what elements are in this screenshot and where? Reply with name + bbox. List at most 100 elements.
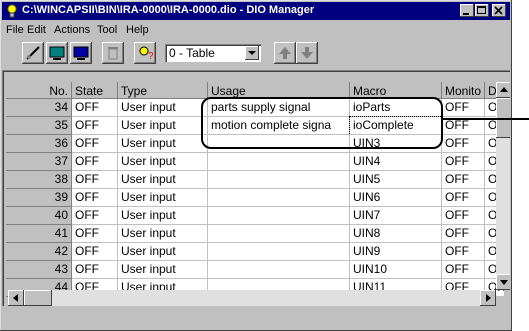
- scroll-up-icon: [500, 87, 508, 92]
- menu-bar: File Edit Actions Tool Help: [2, 21, 510, 39]
- cell-monitor[interactable]: OFF: [442, 243, 485, 261]
- cell-usage[interactable]: [208, 225, 350, 243]
- arrow-down-icon: [301, 47, 313, 59]
- cell-type[interactable]: User input: [118, 243, 208, 261]
- cell-usage[interactable]: [208, 261, 350, 279]
- scroll-up-button[interactable]: [496, 82, 510, 98]
- scroll-down-icon: [500, 280, 508, 285]
- cell-no[interactable]: 39: [6, 189, 72, 207]
- cell-monitor[interactable]: OFF: [442, 135, 485, 153]
- cell-monitor[interactable]: OFF: [442, 153, 485, 171]
- cell-type[interactable]: User input: [118, 135, 208, 153]
- cell-monitor[interactable]: OFF: [442, 207, 485, 225]
- dropdown-arrow-icon[interactable]: [245, 46, 259, 60]
- cell-state[interactable]: OFF: [72, 225, 118, 243]
- monitor-button[interactable]: [46, 42, 68, 64]
- cell-state[interactable]: OFF: [72, 243, 118, 261]
- col-header-no[interactable]: No.: [6, 82, 72, 99]
- trash-icon: [108, 47, 118, 60]
- col-header-monitor[interactable]: Monito: [442, 82, 485, 99]
- cell-state[interactable]: OFF: [72, 135, 118, 153]
- table-row[interactable]: 39OFFUser inputUIN6OFFON: [2, 189, 505, 207]
- cell-state[interactable]: OFF: [72, 117, 118, 135]
- cell-usage[interactable]: [208, 207, 350, 225]
- cell-monitor[interactable]: OFF: [442, 225, 485, 243]
- view-select[interactable]: 0 - Table: [165, 44, 261, 62]
- cell-macro[interactable]: UIN4: [350, 153, 442, 171]
- cell-monitor[interactable]: OFF: [442, 99, 485, 117]
- move-up-button[interactable]: [274, 42, 296, 64]
- help-bulb-icon: ?: [139, 46, 153, 61]
- cell-monitor[interactable]: OFF: [442, 189, 485, 207]
- table-row[interactable]: 38OFFUser inputUIN5OFFON: [2, 171, 505, 189]
- minimize-button[interactable]: [460, 4, 474, 17]
- scroll-down-button[interactable]: [496, 274, 510, 290]
- scroll-left-button[interactable]: [8, 290, 24, 306]
- cell-macro[interactable]: UIN10: [350, 261, 442, 279]
- cell-type[interactable]: User input: [118, 225, 208, 243]
- cell-macro[interactable]: UIN9: [350, 243, 442, 261]
- cell-type[interactable]: User input: [118, 171, 208, 189]
- cell-type[interactable]: User input: [118, 99, 208, 117]
- cell-type[interactable]: User input: [118, 261, 208, 279]
- display-button[interactable]: [70, 42, 92, 64]
- cell-macro[interactable]: UIN6: [350, 189, 442, 207]
- cell-no[interactable]: 40: [6, 207, 72, 225]
- horizontal-scroll-thumb[interactable]: [24, 290, 52, 306]
- table-row[interactable]: 40OFFUser inputUIN7OFFON: [2, 207, 505, 225]
- app-icon: [7, 4, 17, 18]
- connect-icon: [26, 46, 40, 60]
- cell-usage[interactable]: [208, 243, 350, 261]
- cell-type[interactable]: User input: [118, 207, 208, 225]
- menu-help[interactable]: Help: [126, 24, 149, 36]
- table-row[interactable]: 41OFFUser inputUIN8OFFON: [2, 225, 505, 243]
- cell-no[interactable]: 35: [6, 117, 72, 135]
- cell-type[interactable]: User input: [118, 189, 208, 207]
- cell-no[interactable]: 42: [6, 243, 72, 261]
- menu-file[interactable]: File: [6, 24, 24, 36]
- cell-type[interactable]: User input: [118, 153, 208, 171]
- toolbar: ? 0 - Table: [2, 40, 510, 66]
- menu-actions[interactable]: Actions: [54, 24, 90, 36]
- table-row[interactable]: 43OFFUser inputUIN10OFFON: [2, 261, 505, 279]
- cell-usage[interactable]: [208, 171, 350, 189]
- cell-no[interactable]: 36: [6, 135, 72, 153]
- menu-tool[interactable]: Tool: [97, 24, 117, 36]
- move-down-button[interactable]: [296, 42, 318, 64]
- vertical-scrollbar[interactable]: [496, 82, 510, 290]
- callout-highlight-box: [201, 97, 443, 149]
- scroll-right-button[interactable]: [480, 290, 496, 306]
- table-row[interactable]: 42OFFUser inputUIN9OFFON: [2, 243, 505, 261]
- cell-monitor[interactable]: OFF: [442, 261, 485, 279]
- title-bar[interactable]: C:\WINCAPSII\BIN\IRA-0000\IRA-0000.dio -…: [2, 2, 510, 20]
- cell-state[interactable]: OFF: [72, 153, 118, 171]
- cell-no[interactable]: 41: [6, 225, 72, 243]
- cell-state[interactable]: OFF: [72, 189, 118, 207]
- cell-type[interactable]: User input: [118, 117, 208, 135]
- help-button[interactable]: ?: [134, 42, 156, 64]
- cell-usage[interactable]: [208, 153, 350, 171]
- menu-edit[interactable]: Edit: [27, 24, 46, 36]
- cell-no[interactable]: 38: [6, 171, 72, 189]
- col-header-state[interactable]: State: [72, 82, 118, 99]
- cell-state[interactable]: OFF: [72, 207, 118, 225]
- cell-monitor[interactable]: OFF: [442, 171, 485, 189]
- maximize-button[interactable]: [475, 4, 489, 17]
- delete-button[interactable]: [102, 42, 124, 64]
- cell-state[interactable]: OFF: [72, 171, 118, 189]
- table-row[interactable]: 37OFFUser inputUIN4OFFON: [2, 153, 505, 171]
- cell-no[interactable]: 43: [6, 261, 72, 279]
- cell-macro[interactable]: UIN8: [350, 225, 442, 243]
- cell-state[interactable]: OFF: [72, 261, 118, 279]
- col-header-type[interactable]: Type: [118, 82, 208, 99]
- cell-macro[interactable]: UIN5: [350, 171, 442, 189]
- cell-usage[interactable]: [208, 189, 350, 207]
- close-button[interactable]: [492, 4, 506, 17]
- cell-macro[interactable]: UIN7: [350, 207, 442, 225]
- cell-no[interactable]: 34: [6, 99, 72, 117]
- connect-button[interactable]: [22, 42, 44, 64]
- cell-no[interactable]: 37: [6, 153, 72, 171]
- cell-state[interactable]: OFF: [72, 99, 118, 117]
- monitor-icon: [49, 46, 65, 60]
- horizontal-scrollbar[interactable]: [8, 290, 496, 306]
